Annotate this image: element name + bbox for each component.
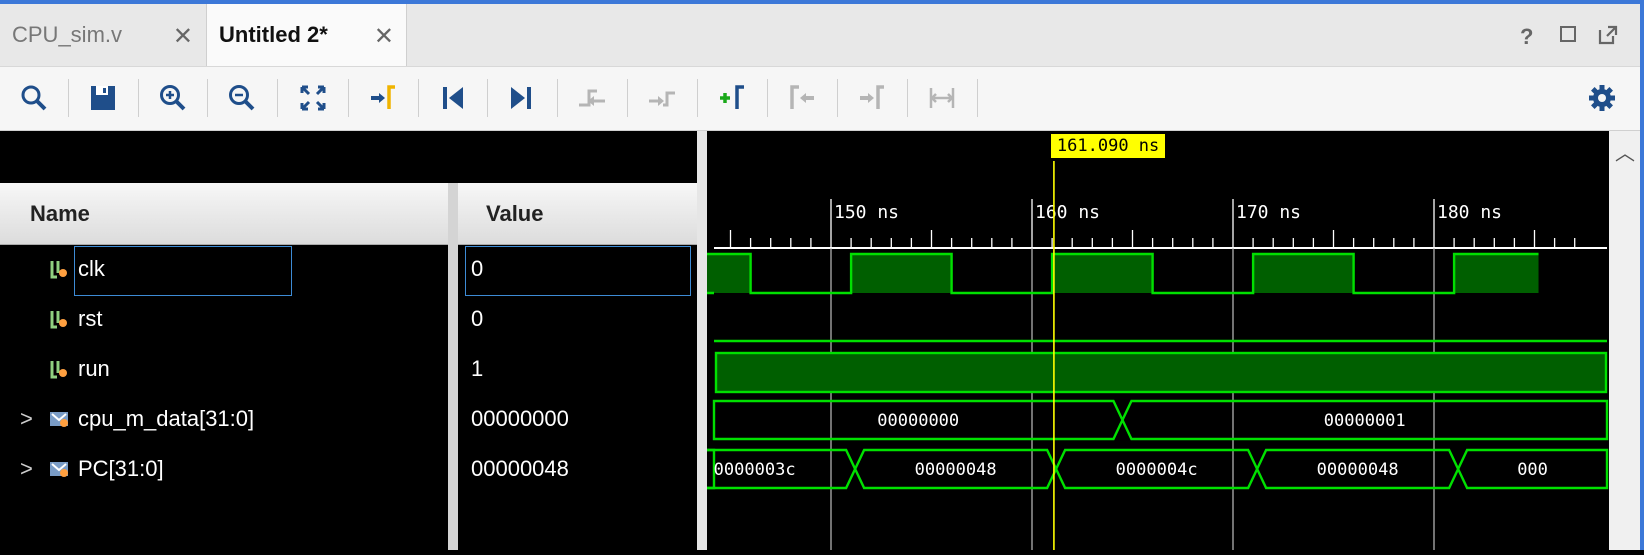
window-border-right [1640, 0, 1644, 550]
column-splitter[interactable] [448, 183, 458, 550]
zoom-out-icon[interactable] [224, 80, 260, 116]
pane-top-band [0, 131, 697, 183]
zoom-in-icon[interactable] [155, 80, 191, 116]
close-icon[interactable]: ✕ [374, 22, 394, 51]
waveform-window: CPU_sim.v ✕ Untitled 2* ✕ ? Name Value c… [0, 0, 1644, 550]
save-icon[interactable] [85, 80, 121, 116]
tab-untitled-2[interactable]: Untitled 2* ✕ [206, 4, 407, 66]
bus-signal-icon [50, 412, 68, 427]
close-icon[interactable]: ✕ [173, 22, 193, 51]
signal-value[interactable]: 1 [471, 356, 483, 382]
time-axis-label: 150 ns [834, 202, 899, 223]
toolbar-separator [418, 79, 419, 117]
toolbar-separator [138, 79, 139, 117]
previous-marker-icon[interactable] [784, 80, 820, 116]
signal-value[interactable]: 00000000 [471, 406, 569, 432]
float-icon[interactable] [1597, 24, 1619, 46]
zoom-fit-icon[interactable] [295, 80, 331, 116]
selected-value-cell[interactable] [465, 246, 691, 296]
scroll-up-icon[interactable]: ︿ [1615, 137, 1635, 166]
bit-signal-icon [50, 261, 67, 279]
toolbar-separator [627, 79, 628, 117]
value-header-label: Value [486, 201, 544, 226]
toolbar [0, 67, 1640, 131]
next-transition-icon[interactable] [644, 80, 680, 116]
toolbar-separator [348, 79, 349, 117]
pc-value: 0000004c [1116, 460, 1198, 480]
pc-value: 000 [1517, 460, 1548, 480]
clk-high-fill [1253, 254, 1354, 293]
add-marker-icon[interactable] [714, 80, 750, 116]
toolbar-separator [977, 79, 978, 117]
signal-name[interactable]: cpu_m_data[31:0] [78, 406, 254, 432]
cpu-m-data-value: 00000001 [1324, 411, 1406, 431]
name-column-header[interactable]: Name [0, 183, 448, 245]
settings-icon[interactable] [1584, 80, 1620, 116]
tab-label: Untitled 2* [219, 22, 328, 47]
signal-value[interactable]: 0 [471, 306, 483, 332]
search-icon[interactable] [16, 80, 52, 116]
signal-name[interactable]: rst [78, 306, 102, 332]
help-button[interactable]: ? [1520, 24, 1533, 50]
pc-value: 0000003c [714, 460, 796, 480]
clk-high-fill [851, 254, 952, 293]
clk-high-fill [1052, 254, 1153, 293]
maximize-icon[interactable] [1560, 26, 1576, 42]
signal-name[interactable]: PC[31:0] [78, 456, 164, 482]
run-waveform [714, 351, 1608, 394]
pc-value: 00000048 [915, 460, 997, 480]
tab-bar: CPU_sim.v ✕ Untitled 2* ✕ ? [0, 4, 1640, 67]
waveform-canvas[interactable]: 150 ns 160 ns 170 ns 180 ns 00000000 00000001… [643, 131, 1609, 550]
time-axis-label: 170 ns [1236, 202, 1301, 223]
bit-signal-icon [50, 361, 67, 379]
toolbar-separator [837, 79, 838, 117]
toolbar-separator [487, 79, 488, 117]
expand-toggle-icon[interactable]: > [20, 406, 33, 432]
time-axis-label: 160 ns [1035, 202, 1100, 223]
pc-value: 00000048 [1317, 460, 1399, 480]
time-axis-label: 180 ns [1437, 202, 1502, 223]
toolbar-separator [68, 79, 69, 117]
signal-value[interactable]: 00000048 [471, 456, 569, 482]
value-column-header[interactable]: Value [458, 183, 697, 245]
toolbar-separator [767, 79, 768, 117]
next-marker-icon[interactable] [854, 80, 890, 116]
vertical-scrollbar[interactable]: ︿ [1609, 131, 1640, 550]
cpu-m-data-value: 00000000 [877, 411, 959, 431]
go-to-cursor-icon[interactable] [365, 80, 401, 116]
go-to-time-zero-icon[interactable] [435, 80, 471, 116]
tab-cpu-sim[interactable]: CPU_sim.v ✕ [0, 4, 205, 66]
bus-signal-icon [50, 462, 68, 477]
expand-toggle-icon[interactable]: > [20, 456, 33, 482]
cursor-time-label: 161.090 ns [1050, 134, 1166, 158]
swap-cursors-icon[interactable] [924, 80, 960, 116]
name-header-label: Name [30, 201, 90, 226]
go-to-last-time-icon[interactable] [503, 80, 539, 116]
signal-name[interactable]: run [78, 356, 110, 382]
toolbar-separator [907, 79, 908, 117]
waveform-area[interactable]: 150 ns 160 ns 170 ns 180 ns 00000000 00000001… [643, 131, 1609, 550]
clk-high-fill [650, 254, 751, 293]
toolbar-separator [277, 79, 278, 117]
pane-splitter[interactable] [697, 131, 707, 550]
toolbar-separator [207, 79, 208, 117]
toolbar-separator [557, 79, 558, 117]
previous-transition-icon[interactable] [574, 80, 610, 116]
selected-name-cell[interactable] [74, 246, 292, 296]
bit-signal-icon [50, 311, 67, 329]
tab-label: CPU_sim.v [12, 22, 123, 47]
toolbar-separator [697, 79, 698, 117]
clk-high-fill [1454, 254, 1539, 293]
